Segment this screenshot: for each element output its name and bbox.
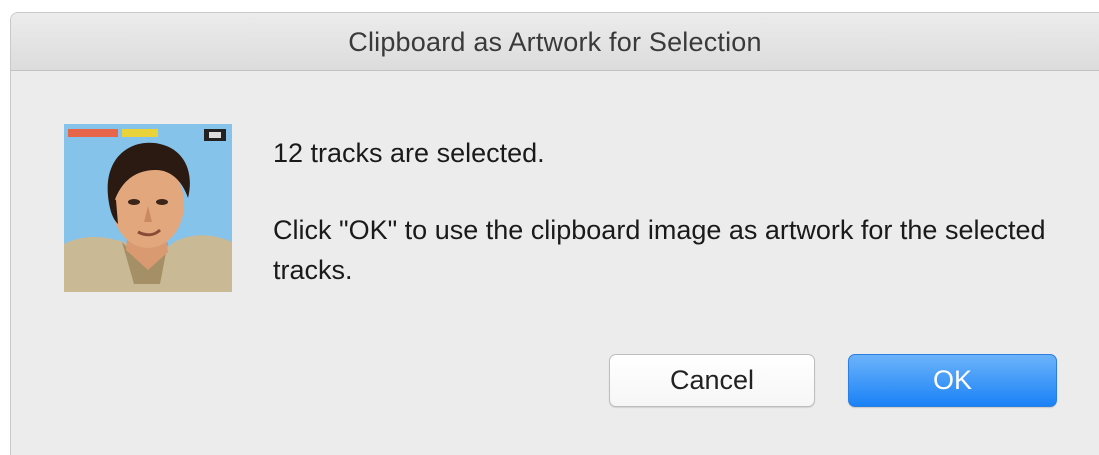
instruction-text: Click "OK" to use the clipboard image as… (273, 215, 1046, 285)
ok-button[interactable]: OK (848, 354, 1057, 407)
message-area: 12 tracks are selected. Click "OK" to us… (273, 133, 1073, 290)
title-bar[interactable]: Clipboard as Artwork for Selection (11, 13, 1099, 71)
album-artwork-image (64, 124, 232, 292)
selection-count-text: 12 tracks are selected. (273, 138, 545, 168)
cancel-button[interactable]: Cancel (609, 354, 815, 407)
dialog-content: 12 tracks are selected. Click "OK" to us… (11, 71, 1099, 455)
dialog-window: Clipboard as Artwork for Selection 12 tr… (10, 12, 1099, 455)
dialog-title: Clipboard as Artwork for Selection (348, 27, 762, 57)
album-artwork-icon (64, 124, 232, 292)
